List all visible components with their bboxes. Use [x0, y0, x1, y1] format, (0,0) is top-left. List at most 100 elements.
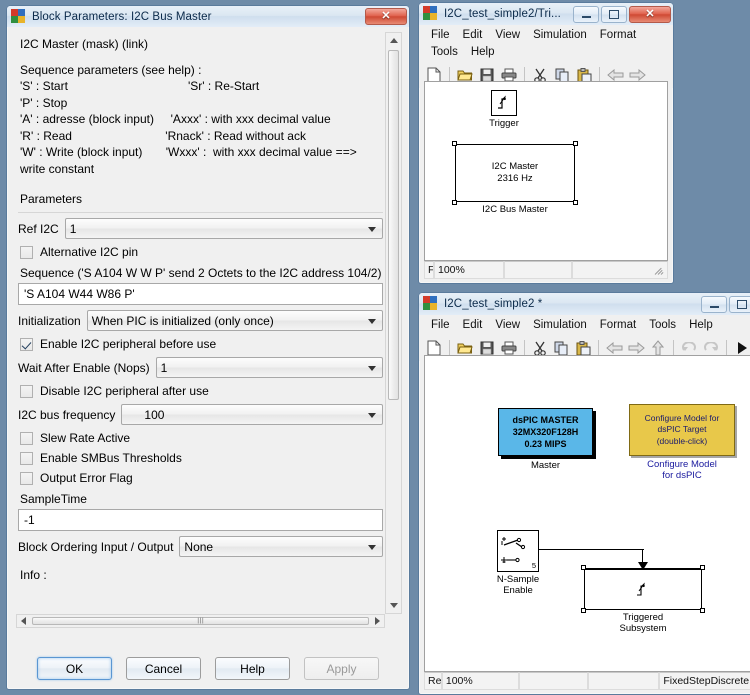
configure-model-block[interactable]: Configure Model for dsPIC Target (double… — [629, 404, 735, 481]
minimize-button[interactable] — [701, 295, 727, 313]
simulink-trigger-window: I2C_test_simple2/Tri... ✕ File Edit View Si… — [418, 2, 674, 284]
output-error-flag-row[interactable]: Output Error Flag — [16, 468, 385, 488]
disable-i2c-peripheral-label: Disable I2C peripheral after use — [40, 384, 209, 398]
enable-smbus-thresholds-row[interactable]: Enable SMBus Thresholds — [16, 448, 385, 468]
menu-help[interactable]: Help — [465, 44, 502, 61]
wait-after-enable-row: Wait After Enable (Nops) 1 — [16, 354, 385, 381]
disable-i2c-peripheral-row[interactable]: Disable I2C peripheral after use — [16, 381, 385, 401]
selection-handle[interactable] — [573, 200, 578, 205]
dspic-master-block[interactable]: dsPIC MASTER 32MX320F128H 0.23 MIPS Mast… — [498, 408, 593, 471]
triggered-subsystem-block[interactable]: Triggered Subsystem — [581, 565, 705, 634]
selection-handle[interactable] — [573, 141, 578, 146]
i2c-master-line1: I2C Master — [491, 161, 539, 172]
n-sample-enable-block[interactable]: 5 N-Sample Enable — [497, 530, 539, 596]
ok-button[interactable]: OK — [37, 657, 112, 680]
simulink-model-window: I2C_test_simple2 * File Edit View Simulatio… — [418, 292, 750, 695]
dspic-master-line2: 32MX320F128H — [512, 427, 579, 437]
sample-time-input[interactable]: -1 — [18, 509, 383, 531]
model-window-canvas[interactable]: dsPIC MASTER 32MX320F128H 0.23 MIPS Mast… — [424, 355, 750, 672]
selection-handle[interactable] — [452, 200, 457, 205]
dialog-scroll-area: I2C Master (mask) (link) Sequence parame… — [16, 32, 402, 628]
dialog-title: Block Parameters: I2C Bus Master — [32, 10, 212, 23]
initialization-select[interactable]: When PIC is initialized (only once) — [86, 310, 383, 331]
resize-grip-icon[interactable] — [654, 266, 665, 277]
close-button[interactable]: ✕ — [365, 8, 407, 25]
slew-rate-active-checkbox[interactable] — [20, 431, 33, 445]
selection-handle[interactable] — [700, 565, 705, 570]
vertical-scroll-thumb[interactable] — [388, 50, 399, 400]
dialog-vertical-scrollbar[interactable] — [385, 32, 402, 614]
status-solver: FixedStepDiscrete — [659, 672, 750, 690]
i2c-bus-frequency-select[interactable]: 100 — [121, 404, 383, 425]
trigger-glyph-icon — [637, 582, 645, 596]
close-button[interactable]: ✕ — [629, 5, 671, 23]
menu-tools[interactable]: Tools — [425, 44, 465, 61]
triggered-subsystem-label-line1: Triggered — [622, 612, 664, 623]
disable-i2c-peripheral-checkbox[interactable] — [20, 384, 33, 398]
toolbar-divider — [448, 340, 450, 356]
enable-smbus-thresholds-checkbox[interactable] — [20, 451, 33, 465]
dialog-titlebar[interactable]: Block Parameters: I2C Bus Master ✕ — [7, 6, 409, 27]
minimize-button[interactable] — [573, 5, 599, 23]
model-window-titlebar[interactable]: I2C_test_simple2 * — [419, 293, 750, 315]
trigger-block-label: Trigger — [489, 118, 519, 129]
menu-file[interactable]: File — [425, 317, 457, 334]
alternative-i2c-pin-label: Alternative I2C pin — [40, 245, 139, 259]
minimize-icon — [581, 16, 591, 18]
scroll-left-button[interactable] — [17, 615, 30, 627]
menu-help[interactable]: Help — [683, 317, 720, 334]
configure-line2: dsPIC Target — [657, 424, 707, 435]
trigger-window-canvas[interactable]: Trigger I2C Master 2316 Hz I2C Bus Maste… — [424, 81, 668, 261]
output-error-flag-checkbox[interactable] — [20, 471, 33, 485]
menu-edit[interactable]: Edit — [457, 27, 490, 44]
selection-handle[interactable] — [581, 565, 586, 570]
dialog-horizontal-scrollbar[interactable]: III — [16, 614, 385, 628]
maximize-button[interactable] — [729, 295, 750, 313]
dialog-button-row: OK Cancel Help Apply — [10, 657, 406, 680]
alternative-i2c-pin-row[interactable]: Alternative I2C pin — [16, 242, 385, 262]
enable-i2c-peripheral-row[interactable]: Enable I2C peripheral before use — [16, 334, 385, 354]
menu-edit[interactable]: Edit — [457, 317, 490, 334]
alternative-i2c-pin-checkbox[interactable] — [20, 245, 33, 259]
help-button[interactable]: Help — [215, 657, 290, 680]
trigger-window-titlebar[interactable]: I2C_test_simple2/Tri... ✕ — [419, 3, 673, 25]
wait-after-enable-label: Wait After Enable (Nops) — [18, 360, 150, 375]
selection-handle[interactable] — [700, 608, 705, 613]
menu-tools[interactable]: Tools — [643, 317, 683, 334]
n-sample-enable-label-line2: Enable — [503, 585, 533, 596]
selection-handle[interactable] — [452, 141, 457, 146]
wait-after-enable-select[interactable]: 1 — [155, 357, 383, 378]
menu-simulation[interactable]: Simulation — [527, 27, 594, 44]
triggered-subsystem-label-line2: Subsystem — [619, 623, 667, 634]
selection-handle[interactable] — [581, 608, 586, 613]
status-cell-3 — [572, 261, 668, 279]
menu-view[interactable]: View — [489, 317, 527, 334]
menu-file[interactable]: File — [425, 27, 457, 44]
menu-format[interactable]: Format — [594, 317, 643, 334]
maximize-button[interactable] — [601, 5, 627, 23]
cancel-button[interactable]: Cancel — [126, 657, 201, 680]
block-ordering-select[interactable]: None — [179, 536, 383, 557]
trigger-block[interactable]: Trigger — [489, 90, 519, 129]
menu-format[interactable]: Format — [594, 27, 643, 44]
cancel-button-label: Cancel — [144, 661, 183, 676]
i2c-master-block[interactable]: I2C Master 2316 Hz I2C Bus Master — [452, 141, 578, 215]
chevron-right-icon — [375, 617, 380, 625]
sequence-input[interactable]: 'S A104 W44 W86 P' — [18, 283, 383, 305]
scroll-right-button[interactable] — [371, 615, 384, 627]
slew-rate-active-row[interactable]: Slew Rate Active — [16, 428, 385, 448]
signal-wire[interactable] — [539, 549, 644, 551]
menu-view[interactable]: View — [489, 27, 527, 44]
ref-i2c-select[interactable]: 1 — [64, 218, 383, 239]
chevron-down-icon — [389, 603, 398, 608]
horizontal-scroll-thumb[interactable]: III — [32, 617, 369, 625]
scroll-up-button[interactable] — [386, 33, 401, 48]
info-label: Info : — [20, 568, 47, 582]
model-window-buttons — [701, 295, 750, 313]
close-icon: ✕ — [381, 10, 391, 22]
scroll-down-button[interactable] — [386, 598, 401, 613]
enable-i2c-peripheral-checkbox[interactable] — [20, 337, 33, 351]
ref-i2c-row: Ref I2C 1 — [16, 215, 385, 242]
menu-simulation[interactable]: Simulation — [527, 317, 594, 334]
chevron-down-icon — [368, 226, 376, 232]
